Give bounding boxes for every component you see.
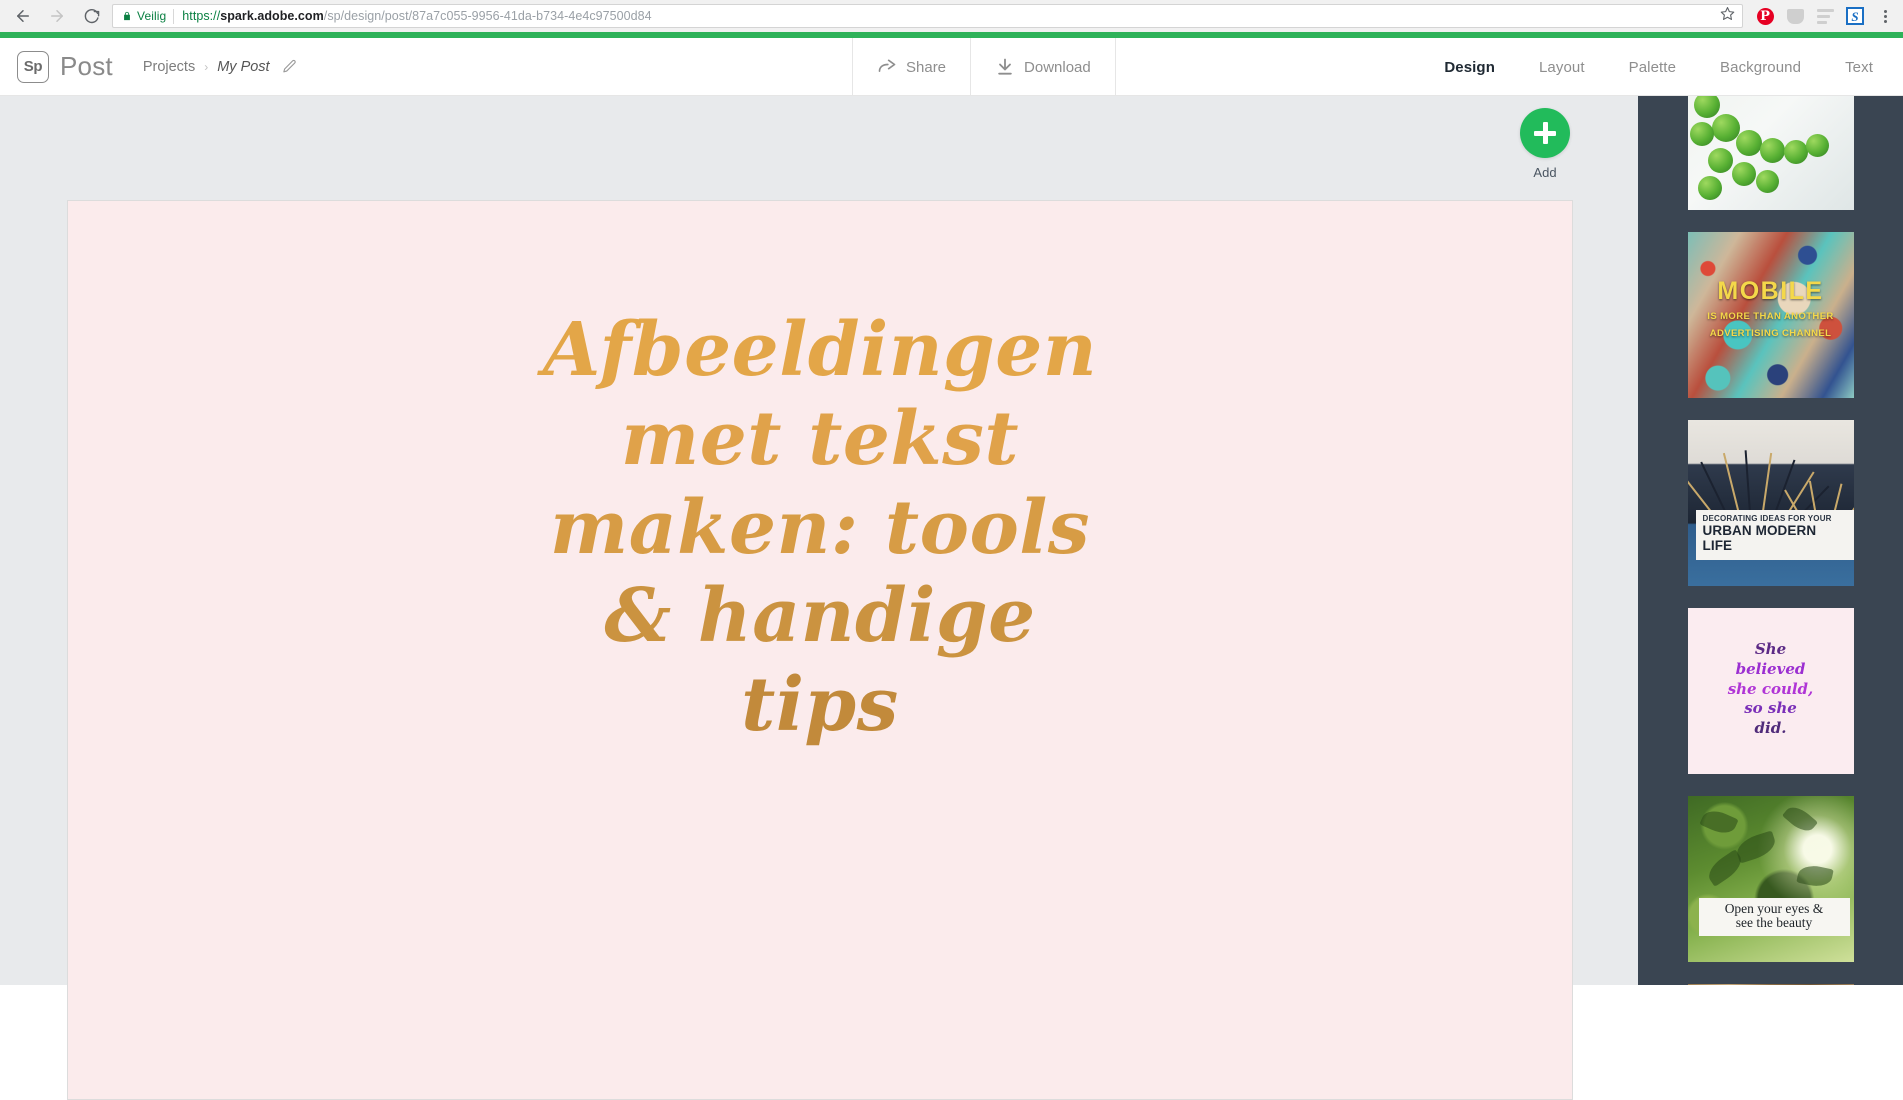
thumbnail-believed-line-1: She <box>1754 640 1787 658</box>
template-thumbnail-list: MOBILE IS MORE THAN ANOTHER ADVERTISING … <box>1638 96 1903 985</box>
canvas-headline-line-1: Afbeeldingen <box>542 307 1098 393</box>
url-domain: spark.adobe.com <box>220 9 324 23</box>
canvas-headline-line-5: tips <box>741 662 899 749</box>
download-button[interactable]: Download <box>970 38 1116 96</box>
add-button-label: Add <box>1533 165 1557 180</box>
add-control: Add <box>1518 108 1572 180</box>
thumbnail-believed-line-2: believed <box>1735 659 1806 678</box>
tab-text[interactable]: Text <box>1823 59 1895 76</box>
tab-background[interactable]: Background <box>1698 59 1823 76</box>
thumbnail-open-eyes-line-1: Open your eyes & <box>1724 900 1824 916</box>
bucket-glyph <box>1786 8 1804 24</box>
canvas-headline-line-4: & handige <box>604 573 1036 660</box>
bucket-extension-icon[interactable] <box>1781 2 1809 30</box>
design-canvas[interactable]: Afbeeldingen met tekst maken: tools & ha… <box>67 200 1573 1100</box>
thumbnail-urban-line-1: DECORATING IDEAS FOR YOUR <box>1702 513 1832 523</box>
pinterest-glyph: P <box>1756 7 1774 25</box>
breadcrumb: Projects › My Post <box>143 59 297 75</box>
canvas-headline[interactable]: Afbeeldingen met tekst maken: tools & ha… <box>68 306 1572 750</box>
thumbnail-mobile-line-2: IS MORE THAN ANOTHER <box>1707 311 1834 323</box>
workspace: Add Afbeeldingen met tekst maken: tools … <box>0 96 1638 1100</box>
blue-s-extension-icon[interactable]: S <box>1841 2 1869 30</box>
reload-icon[interactable] <box>76 1 106 31</box>
secure-label: Veilig <box>137 9 167 23</box>
brand[interactable]: Sp Post <box>0 50 113 83</box>
panel-tabs: Design Layout Palette Background Text <box>1422 38 1903 96</box>
url-scheme: https:// <box>182 9 221 23</box>
breadcrumb-projects-link[interactable]: Projects <box>143 59 195 75</box>
kebab-glyph <box>1883 9 1887 23</box>
lock-icon <box>121 10 132 23</box>
thumbnail-green-peas-image <box>1687 96 1854 210</box>
app-header: Sp Post Projects › My Post Share Downloa… <box>0 38 1903 96</box>
star-bookmark-icon[interactable] <box>1720 6 1735 26</box>
omnibox-divider <box>173 8 175 24</box>
browser-toolbar: Veilig https://spark.adobe.com/sp/design… <box>0 0 1903 32</box>
header-actions: Share Download <box>852 38 1116 96</box>
thumbnail-open-eyes-text-box: Open your eyes & see the beauty <box>1698 897 1850 936</box>
thumbnail-mobile-line-3: ADVERTISING CHANNEL <box>1709 328 1832 340</box>
thumbnail-open-eyes-line-2: see the beauty <box>1735 915 1813 931</box>
thumbnail-open-eyes-image <box>1687 796 1854 962</box>
download-label: Download <box>1024 58 1091 76</box>
thumbnail-mobile[interactable]: MOBILE IS MORE THAN ANOTHER ADVERTISING … <box>1687 232 1854 398</box>
canvas-headline-line-2: met tekst <box>620 395 1020 482</box>
share-arrow-icon <box>877 57 897 77</box>
extensions-bar: P S <box>1751 2 1903 30</box>
forward-arrow-icon[interactable] <box>42 1 72 31</box>
brand-name: Post <box>60 51 113 81</box>
breadcrumb-separator-icon: › <box>204 59 209 74</box>
thumbnail-urban-line-2: URBAN MODERN LIFE <box>1702 523 1817 554</box>
thumbnail-believed-line-5: did. <box>1754 719 1787 738</box>
pinterest-extension-icon[interactable]: P <box>1751 2 1779 30</box>
thumbnail-believed-line-4: so she <box>1744 699 1797 718</box>
three-dot-menu-icon[interactable] <box>1871 2 1899 30</box>
address-bar[interactable]: Veilig https://spark.adobe.com/sp/design… <box>112 4 1743 28</box>
add-button[interactable] <box>1520 108 1570 158</box>
thumbnail-she-believed[interactable]: She believed she could, so she did. <box>1687 608 1854 774</box>
canvas-headline-line-3: maken: tools <box>549 484 1091 571</box>
url-path: /sp/design/post/87a7c055-9956-41da-b734-… <box>323 9 652 23</box>
share-button[interactable]: Share <box>852 38 970 96</box>
thumbnail-urban-text-box: DECORATING IDEAS FOR YOUR URBAN MODERN L… <box>1695 509 1854 560</box>
thumbnail-mobile-text: MOBILE IS MORE THAN ANOTHER ADVERTISING … <box>1688 277 1854 340</box>
stacked-lines-glyph <box>1816 8 1834 24</box>
thumbnail-mobile-line-1: MOBILE <box>1717 277 1824 305</box>
url-text: https://spark.adobe.com/sp/design/post/8… <box>182 9 651 23</box>
template-sidebar[interactable]: MOBILE IS MORE THAN ANOTHER ADVERTISING … <box>1638 96 1903 985</box>
thumbnail-believed-line-3: she could, <box>1727 679 1814 698</box>
thumbnail-urban-image <box>1687 420 1854 586</box>
breadcrumb-current-title[interactable]: My Post <box>217 59 269 75</box>
tab-layout[interactable]: Layout <box>1517 59 1607 76</box>
thumbnail-she-believed-text: She believed she could, so she did. <box>1688 640 1854 739</box>
back-arrow-icon[interactable] <box>8 1 38 31</box>
blue-s-glyph: S <box>1846 7 1864 25</box>
spark-logo: Sp <box>17 50 49 83</box>
tab-palette[interactable]: Palette <box>1607 59 1698 76</box>
stacked-lines-extension-icon[interactable] <box>1811 2 1839 30</box>
pencil-edit-icon[interactable] <box>282 59 297 74</box>
thumbnail-green-peas[interactable] <box>1687 96 1854 210</box>
tab-design[interactable]: Design <box>1422 59 1517 76</box>
thumbnail-urban-modern-life[interactable]: DECORATING IDEAS FOR YOUR URBAN MODERN L… <box>1687 420 1854 586</box>
plus-icon <box>1534 122 1556 144</box>
browser-nav-buttons <box>0 1 106 31</box>
thumbnail-open-your-eyes[interactable]: Open your eyes & see the beauty <box>1687 796 1854 962</box>
download-arrow-icon <box>995 57 1015 77</box>
share-label: Share <box>906 58 947 76</box>
